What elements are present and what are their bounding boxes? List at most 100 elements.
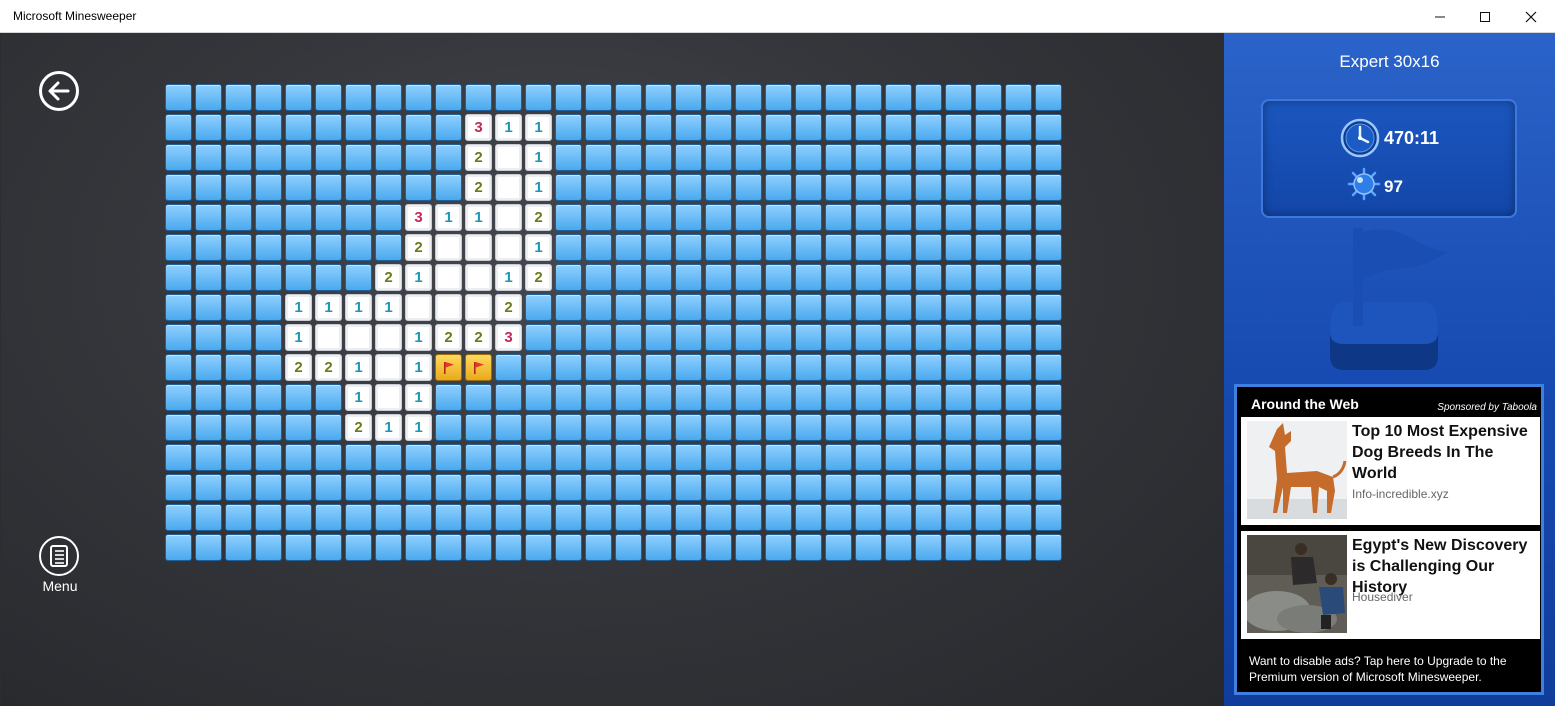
hidden-cell[interactable]	[795, 324, 822, 351]
hidden-cell[interactable]	[825, 234, 852, 261]
hidden-cell[interactable]	[285, 174, 312, 201]
hidden-cell[interactable]	[375, 534, 402, 561]
hidden-cell[interactable]	[765, 144, 792, 171]
hidden-cell[interactable]	[285, 474, 312, 501]
hidden-cell[interactable]	[675, 264, 702, 291]
hidden-cell[interactable]	[885, 414, 912, 441]
hidden-cell[interactable]	[825, 294, 852, 321]
hidden-cell[interactable]	[1005, 174, 1032, 201]
hidden-cell[interactable]	[945, 204, 972, 231]
hidden-cell[interactable]	[705, 144, 732, 171]
hidden-cell[interactable]	[975, 414, 1002, 441]
hidden-cell[interactable]	[255, 234, 282, 261]
hidden-cell[interactable]	[855, 414, 882, 441]
hidden-cell[interactable]	[795, 234, 822, 261]
hidden-cell[interactable]	[825, 174, 852, 201]
hidden-cell[interactable]	[915, 84, 942, 111]
hidden-cell[interactable]	[255, 84, 282, 111]
hidden-cell[interactable]	[1035, 174, 1062, 201]
hidden-cell[interactable]	[225, 444, 252, 471]
hidden-cell[interactable]	[195, 234, 222, 261]
hidden-cell[interactable]	[285, 384, 312, 411]
hidden-cell[interactable]	[615, 144, 642, 171]
hidden-cell[interactable]	[885, 144, 912, 171]
maximize-button[interactable]	[1462, 0, 1508, 33]
hidden-cell[interactable]	[765, 384, 792, 411]
upgrade-premium-link[interactable]: Want to disable ads? Tap here to Upgrade…	[1249, 653, 1537, 685]
hidden-cell[interactable]	[855, 354, 882, 381]
empty-cell[interactable]	[465, 234, 492, 261]
hidden-cell[interactable]	[525, 414, 552, 441]
empty-cell[interactable]	[495, 144, 522, 171]
number-cell[interactable]: 2	[465, 144, 492, 171]
hidden-cell[interactable]	[1005, 504, 1032, 531]
hidden-cell[interactable]	[585, 324, 612, 351]
hidden-cell[interactable]	[945, 264, 972, 291]
hidden-cell[interactable]	[285, 414, 312, 441]
hidden-cell[interactable]	[525, 384, 552, 411]
number-cell[interactable]: 1	[285, 324, 312, 351]
hidden-cell[interactable]	[525, 294, 552, 321]
hidden-cell[interactable]	[735, 264, 762, 291]
hidden-cell[interactable]	[255, 324, 282, 351]
number-cell[interactable]: 1	[315, 294, 342, 321]
hidden-cell[interactable]	[435, 444, 462, 471]
hidden-cell[interactable]	[675, 474, 702, 501]
hidden-cell[interactable]	[975, 144, 1002, 171]
number-cell[interactable]: 1	[345, 294, 372, 321]
number-cell[interactable]: 2	[345, 414, 372, 441]
hidden-cell[interactable]	[165, 534, 192, 561]
hidden-cell[interactable]	[585, 504, 612, 531]
hidden-cell[interactable]	[795, 414, 822, 441]
hidden-cell[interactable]	[615, 84, 642, 111]
hidden-cell[interactable]	[975, 354, 1002, 381]
hidden-cell[interactable]	[165, 114, 192, 141]
hidden-cell[interactable]	[885, 354, 912, 381]
hidden-cell[interactable]	[825, 474, 852, 501]
hidden-cell[interactable]	[675, 144, 702, 171]
hidden-cell[interactable]	[1035, 384, 1062, 411]
hidden-cell[interactable]	[585, 114, 612, 141]
hidden-cell[interactable]	[555, 414, 582, 441]
hidden-cell[interactable]	[885, 264, 912, 291]
hidden-cell[interactable]	[975, 174, 1002, 201]
hidden-cell[interactable]	[195, 414, 222, 441]
hidden-cell[interactable]	[405, 144, 432, 171]
hidden-cell[interactable]	[195, 144, 222, 171]
hidden-cell[interactable]	[315, 204, 342, 231]
hidden-cell[interactable]	[315, 144, 342, 171]
hidden-cell[interactable]	[735, 114, 762, 141]
hidden-cell[interactable]	[555, 384, 582, 411]
number-cell[interactable]: 1	[345, 354, 372, 381]
hidden-cell[interactable]	[165, 354, 192, 381]
hidden-cell[interactable]	[225, 204, 252, 231]
hidden-cell[interactable]	[165, 84, 192, 111]
hidden-cell[interactable]	[795, 84, 822, 111]
hidden-cell[interactable]	[225, 294, 252, 321]
hidden-cell[interactable]	[705, 174, 732, 201]
hidden-cell[interactable]	[645, 294, 672, 321]
hidden-cell[interactable]	[405, 504, 432, 531]
hidden-cell[interactable]	[285, 114, 312, 141]
hidden-cell[interactable]	[735, 324, 762, 351]
hidden-cell[interactable]	[225, 324, 252, 351]
hidden-cell[interactable]	[645, 444, 672, 471]
hidden-cell[interactable]	[615, 114, 642, 141]
hidden-cell[interactable]	[1035, 324, 1062, 351]
hidden-cell[interactable]	[705, 294, 732, 321]
hidden-cell[interactable]	[735, 534, 762, 561]
hidden-cell[interactable]	[705, 414, 732, 441]
hidden-cell[interactable]	[855, 174, 882, 201]
hidden-cell[interactable]	[525, 474, 552, 501]
hidden-cell[interactable]	[855, 534, 882, 561]
hidden-cell[interactable]	[1005, 534, 1032, 561]
hidden-cell[interactable]	[705, 474, 732, 501]
hidden-cell[interactable]	[915, 354, 942, 381]
hidden-cell[interactable]	[675, 534, 702, 561]
hidden-cell[interactable]	[645, 204, 672, 231]
hidden-cell[interactable]	[165, 204, 192, 231]
hidden-cell[interactable]	[195, 534, 222, 561]
hidden-cell[interactable]	[525, 504, 552, 531]
hidden-cell[interactable]	[225, 114, 252, 141]
hidden-cell[interactable]	[645, 324, 672, 351]
